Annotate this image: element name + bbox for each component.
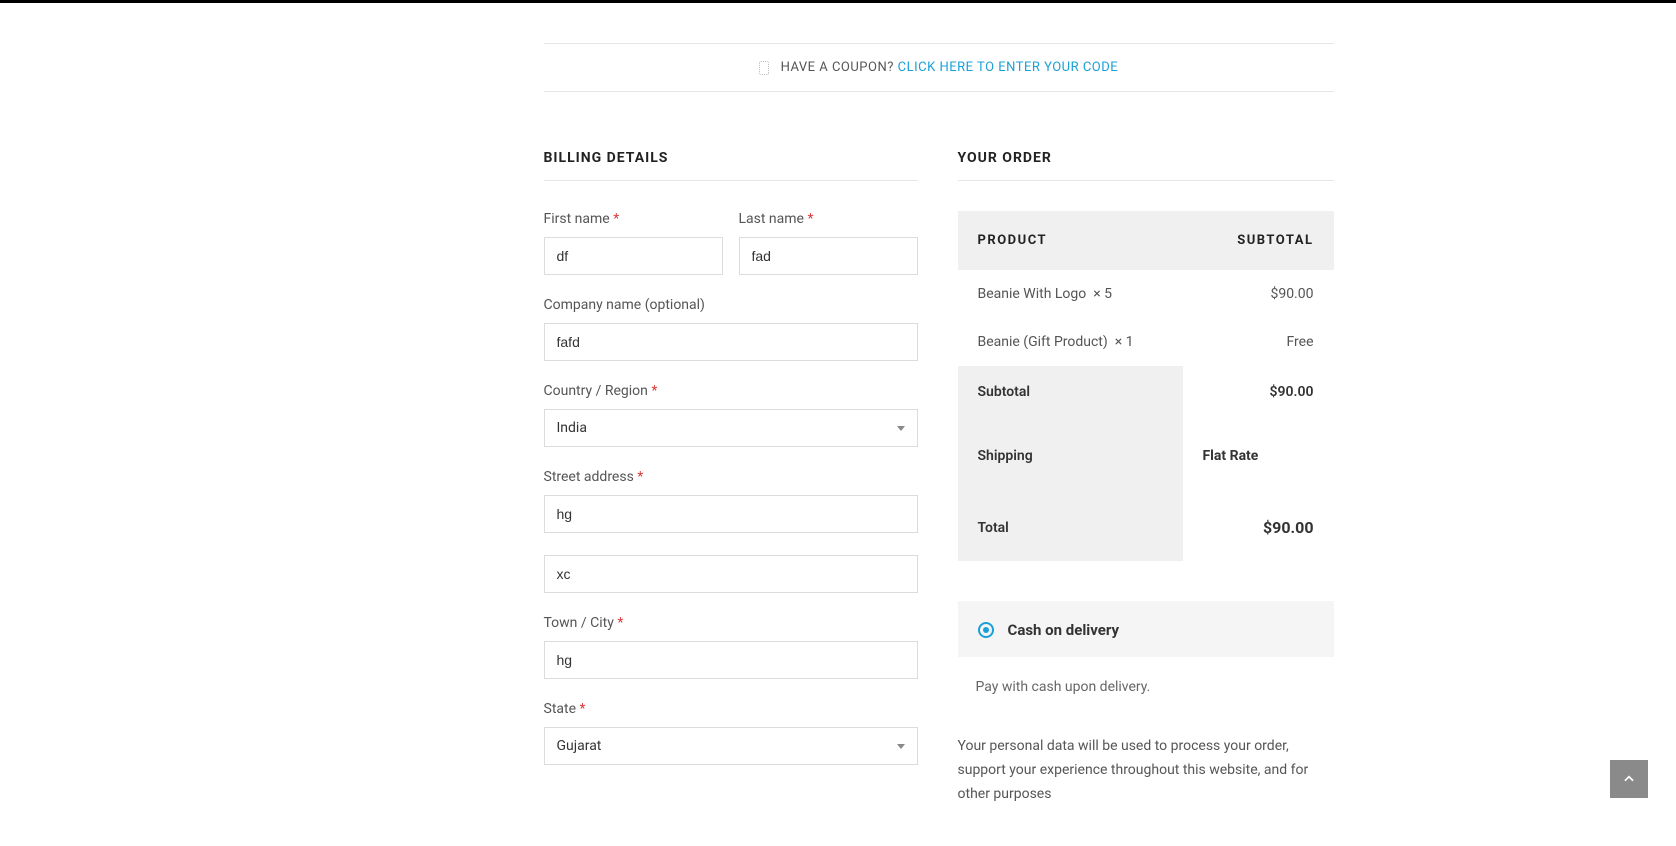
shipping-value: Flat Rate — [1183, 418, 1334, 494]
city-label: Town / City * — [544, 615, 918, 631]
company-input[interactable] — [544, 323, 918, 361]
country-select[interactable]: India — [544, 409, 918, 447]
shipping-label: Shipping — [958, 418, 1183, 494]
subtotal-label: Subtotal — [958, 366, 1183, 418]
state-label: State * — [544, 701, 918, 717]
billing-heading: BILLING DETAILS — [544, 150, 918, 181]
top-border — [0, 0, 1676, 3]
first-name-label: First name * — [544, 211, 723, 227]
country-label: Country / Region * — [544, 383, 918, 399]
coupon-link[interactable]: CLICK HERE TO ENTER YOUR CODE — [898, 60, 1119, 75]
first-name-input[interactable] — [544, 237, 723, 275]
order-heading: YOUR ORDER — [958, 150, 1334, 181]
subtotal-value: $90.00 — [1183, 366, 1334, 418]
chevron-down-icon — [897, 744, 905, 749]
payment-method-box: Cash on delivery — [958, 601, 1334, 657]
last-name-label: Last name * — [739, 211, 918, 227]
chevron-down-icon — [897, 426, 905, 431]
coupon-prompt: HAVE A COUPON? — [781, 60, 894, 75]
state-value: Gujarat — [557, 738, 602, 754]
total-value: $90.00 — [1183, 494, 1334, 561]
street1-input[interactable] — [544, 495, 918, 533]
street2-input[interactable] — [544, 555, 918, 593]
last-name-input[interactable] — [739, 237, 918, 275]
coupon-tag-icon — [759, 61, 769, 75]
order-item-row: Beanie With Logo × 5 $90.00 — [958, 270, 1334, 318]
city-input[interactable] — [544, 641, 918, 679]
order-table: PRODUCT SUBTOTAL Beanie With Logo × 5 $9… — [958, 211, 1334, 561]
payment-description: Pay with cash upon delivery. — [976, 679, 1334, 695]
company-label: Company name (optional) — [544, 297, 918, 313]
street-label: Street address * — [544, 469, 918, 485]
country-value: India — [557, 420, 587, 436]
payment-method-option[interactable]: Cash on delivery — [978, 621, 1314, 639]
coupon-notice: HAVE A COUPON? CLICK HERE TO ENTER YOUR … — [544, 43, 1334, 92]
privacy-note: Your personal data will be used to proce… — [958, 735, 1334, 806]
total-label: Total — [958, 494, 1183, 561]
chevron-up-icon — [1622, 772, 1636, 786]
col-subtotal: SUBTOTAL — [1183, 211, 1334, 270]
scroll-to-top-button[interactable] — [1610, 760, 1648, 798]
state-select[interactable]: Gujarat — [544, 727, 918, 765]
order-item-row: Beanie (Gift Product) × 1 Free — [958, 318, 1334, 366]
radio-checked-icon — [978, 622, 994, 638]
col-product: PRODUCT — [958, 211, 1183, 270]
